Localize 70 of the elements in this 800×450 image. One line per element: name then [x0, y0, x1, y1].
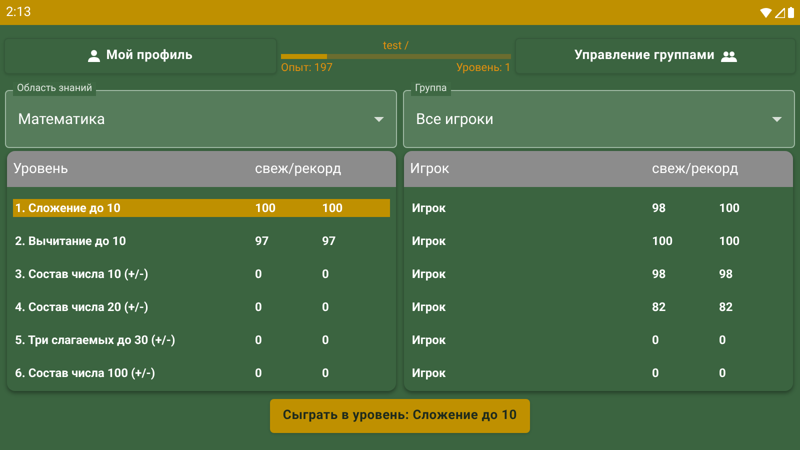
dropdown-arrow-icon: [772, 116, 782, 122]
profile-button[interactable]: Мой профиль: [4, 38, 277, 74]
table-cell-text: 3. Состав числа 10 (+/-): [15, 266, 150, 282]
table-row[interactable]: 4. Состав числа 20 (+/-) 0 0: [7, 290, 396, 323]
table-cell-text: 0: [322, 364, 329, 382]
wifi-icon: [760, 8, 772, 18]
table-cell-text: 0: [255, 298, 263, 316]
table-cell-text: 98: [719, 266, 733, 282]
table-cell-text: 0: [719, 364, 726, 382]
table-cell-text: 97: [322, 232, 336, 250]
table-cell-text: 0: [255, 332, 263, 348]
table-cell-text: Игрок: [412, 364, 447, 382]
field-value: Все игроки: [416, 108, 495, 130]
user-name: test /: [383, 38, 409, 52]
table-cell-text: 1. Сложение до 10: [15, 200, 122, 216]
table-row[interactable]: 6. Состав числа 100 (+/-) 0 0: [7, 356, 396, 389]
person-icon: [88, 50, 100, 62]
table-cell-text: 5. Три слагаемых до 30 (+/-): [15, 332, 176, 348]
table-cell-text: 100: [652, 232, 674, 250]
table-cell-text: 82: [719, 298, 733, 316]
column-header: свеж/рекорд: [255, 160, 342, 178]
field-value: Математика: [18, 108, 106, 130]
table-cell-text: 98: [652, 266, 667, 282]
table-cell-text: 6. Состав числа 100 (+/-): [15, 364, 156, 382]
table-row[interactable]: Игрок 0 0: [404, 356, 793, 389]
table-cell-text: 0: [255, 266, 263, 282]
table-cell-text: Игрок: [412, 298, 447, 316]
dropdown-field[interactable]: Математика: [5, 90, 397, 148]
battery-icon: [788, 7, 794, 18]
rank-label: Уровень: 1: [456, 60, 511, 74]
table-cell-text: 0: [255, 364, 263, 382]
table-cell-text: 100: [322, 200, 343, 216]
column-header: Игрок: [410, 160, 450, 178]
group-icon: [720, 50, 737, 62]
table-cell-text: 100: [719, 232, 740, 250]
table-cell-text: 0: [322, 266, 329, 282]
table-cell-text: 98: [652, 200, 667, 216]
table-cell-text: 82: [652, 298, 667, 316]
signal-icon: [775, 8, 785, 18]
table-cell-text: 0: [652, 332, 660, 348]
table-cell-text: Игрок: [412, 200, 447, 216]
table-cell-text: 100: [719, 200, 740, 216]
experience-label: Опыт: 197: [281, 60, 333, 74]
column-header: Уровень: [13, 160, 70, 178]
field-label: Группа: [411, 82, 451, 96]
table-cell-text: 0: [322, 298, 329, 316]
status-time: 2:13: [6, 4, 32, 22]
dropdown-arrow-icon: [374, 116, 384, 122]
table-row[interactable]: Игрок 98 100: [404, 191, 793, 224]
table-row[interactable]: Игрок 98 98: [404, 257, 793, 290]
table-cell-text: Игрок: [412, 232, 447, 250]
table-row[interactable]: 2. Вычитание до 10 97 97: [7, 224, 396, 257]
table-cell-text: 0: [652, 364, 660, 382]
table-row[interactable]: 5. Три слагаемых до 30 (+/-) 0 0: [7, 323, 396, 356]
table-row[interactable]: Игрок 0 0: [404, 323, 793, 356]
table-cell-text: 2. Вычитание до 10: [15, 232, 127, 250]
table-cell-text: 100: [255, 200, 277, 216]
table-row[interactable]: 3. Состав числа 10 (+/-) 0 0: [7, 257, 396, 290]
table-row[interactable]: Игрок 82 82: [404, 290, 793, 323]
column-header: свеж/рекорд: [652, 160, 738, 178]
table-cell-text: Игрок: [412, 332, 447, 348]
table-cell-text: 4. Состав числа 20 (+/-): [15, 298, 150, 316]
field-label: Область знаний: [13, 82, 96, 96]
groups-button[interactable]: Управление группами: [515, 38, 796, 74]
table-row[interactable]: Игрок 100 100: [404, 224, 793, 257]
table-cell-text: 0: [719, 332, 726, 348]
table-cell-text: Игрок: [412, 266, 447, 282]
table-cell-text: 0: [322, 332, 329, 348]
table-cell-text: 97: [255, 232, 270, 250]
play-button[interactable]: Сыграть в уровень: Сложение до 10: [270, 399, 530, 433]
